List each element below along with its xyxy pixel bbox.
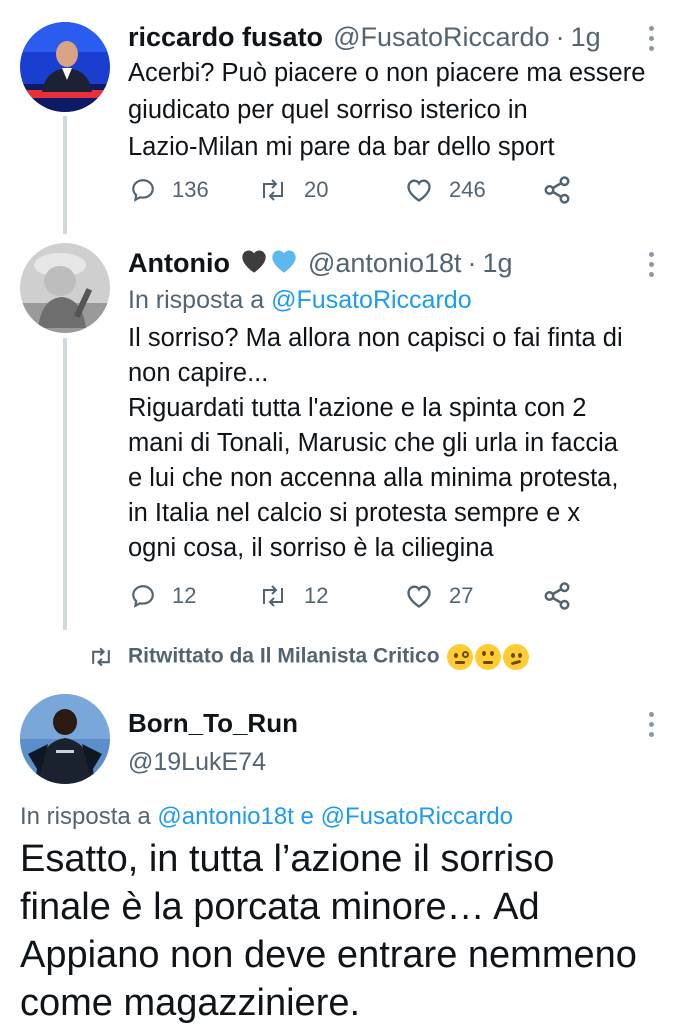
tweet-text-line: ogni cosa, il sorriso è la ciliegina	[128, 534, 494, 562]
monocle-face-emoji-icon	[447, 644, 474, 670]
tweet-text-line: Lazio-Milan mi pare da bar dello sport	[128, 133, 555, 161]
thread-line	[63, 338, 67, 630]
user-handle-text[interactable]: @19LukE74	[128, 748, 266, 776]
reply-button[interactable]: 136	[130, 170, 209, 210]
mention-link[interactable]: @antonio18t	[157, 803, 293, 830]
replying-prefix: In risposta a	[20, 803, 151, 830]
tweet-text-line: finale è la porcata minore… Ad	[20, 886, 540, 928]
reply-count: 136	[172, 177, 209, 202]
share-button[interactable]	[542, 576, 572, 616]
retweet-arrows-icon	[92, 647, 110, 667]
retweet-arrows-icon	[263, 585, 283, 607]
separator-dot: ·	[555, 22, 565, 52]
tweet-text: Acerbi? Può piacere o non piacere ma ess…	[128, 55, 668, 166]
share-nodes-icon	[544, 176, 570, 204]
retweet-button[interactable]: 12	[258, 576, 328, 616]
tweet-text-line: giudicato per quel sorriso isterico in	[128, 96, 528, 124]
user-handle[interactable]: @antonio18t	[308, 248, 462, 279]
share-button[interactable]	[542, 170, 572, 210]
like-count: 246	[449, 177, 486, 202]
display-name[interactable]: Born_To_Run	[128, 708, 298, 739]
blue-heart-icon	[270, 248, 298, 281]
more-options-icon[interactable]	[649, 712, 655, 737]
thinking-face-emoji-icon	[503, 644, 530, 670]
replying-prefix: In risposta a	[128, 286, 265, 314]
eye-roll-face-emoji-icon	[475, 644, 502, 670]
retweet-count: 12	[304, 583, 329, 608]
heart-outline-icon	[407, 179, 431, 202]
speech-bubble-icon	[132, 585, 154, 608]
tweet-header: Born_To_Run	[128, 708, 298, 739]
mention-link[interactable]: @FusatoRiccardo	[321, 803, 513, 830]
tweet-text-line: Appiano non deve entrare nemmeno	[20, 934, 637, 976]
separator-dot: ·	[467, 248, 477, 278]
tweet-text-line: come magazziniere.	[20, 982, 361, 1024]
retweet-arrows-icon	[263, 179, 283, 201]
retweeted-by-text: Ritwittato da Il Milanista Critico	[128, 644, 440, 668]
tweet-text-line: Il sorriso? Ma allora non capisci o fai …	[128, 324, 623, 352]
more-options-icon[interactable]	[649, 252, 655, 277]
heart-outline-icon	[407, 585, 431, 608]
mention-conjunction[interactable]: e	[301, 803, 314, 830]
avatar-riccardo[interactable]	[20, 22, 110, 112]
tweet-text-line: in Italia nel calcio si protesta sempre …	[128, 499, 581, 527]
more-options-icon[interactable]	[649, 26, 655, 51]
tweet-actions: 12 12 27	[130, 576, 590, 616]
thread-line	[63, 116, 67, 234]
reply-button[interactable]: 12	[130, 576, 196, 616]
retweet-button[interactable]: 20	[258, 170, 328, 210]
tweet-text-line: non capire...	[128, 359, 269, 387]
tweet-header: Antonio @antonio18t · 1g	[128, 248, 513, 281]
tweet-1[interactable]: riccardo fusato @FusatoRiccardo · 1g Ace…	[0, 0, 683, 234]
avatar-antonio[interactable]	[20, 243, 110, 333]
tweet-text-line: Acerbi? Può piacere o non piacere ma ess…	[128, 59, 646, 87]
mention-link[interactable]: @FusatoRiccardo	[271, 286, 471, 314]
tweet-text: Il sorriso? Ma allora non capisci o fai …	[128, 321, 668, 566]
tweet-text-line: mani di Tonali, Marusic che gli urla in …	[128, 429, 618, 457]
black-heart-icon	[240, 248, 268, 281]
replying-to: In risposta a @FusatoRiccardo	[128, 286, 472, 315]
display-name[interactable]: riccardo fusato	[128, 22, 323, 53]
replying-to: In risposta a @antonio18t e @FusatoRicca…	[20, 803, 513, 831]
user-handle[interactable]: @19LukE74	[128, 748, 266, 777]
focused-tweet-text: Esatto, in tutta l’azione il sorriso fin…	[20, 835, 637, 1024]
tweet-header: riccardo fusato @FusatoRiccardo · 1g	[128, 22, 601, 53]
like-button[interactable]: 246	[405, 170, 486, 210]
retweeted-by-banner[interactable]: Ritwittato da Il Milanista Critico	[88, 644, 530, 670]
tweet-2[interactable]: Antonio @antonio18t · 1g In risposta a @…	[0, 230, 683, 630]
timestamp[interactable]: 1g	[483, 248, 513, 279]
user-handle[interactable]: @FusatoRiccardo	[333, 22, 550, 53]
like-count: 27	[449, 583, 474, 608]
tweet-actions: 136 20 246	[130, 170, 590, 210]
retweet-count: 20	[304, 177, 329, 202]
tweet-text-line: Riguardati tutta l'azione e la spinta co…	[128, 394, 587, 422]
reply-count: 12	[172, 583, 197, 608]
avatar-born-to-run[interactable]	[20, 694, 110, 784]
timestamp[interactable]: 1g	[571, 22, 601, 53]
speech-bubble-icon	[132, 179, 154, 202]
share-nodes-icon	[544, 582, 570, 610]
tweet-text-line: Esatto, in tutta l’azione il sorriso	[20, 838, 555, 880]
like-button[interactable]: 27	[405, 576, 473, 616]
tweet-text-line: e lui che non accenna alla minima protes…	[128, 464, 619, 492]
display-name[interactable]: Antonio	[128, 248, 230, 279]
